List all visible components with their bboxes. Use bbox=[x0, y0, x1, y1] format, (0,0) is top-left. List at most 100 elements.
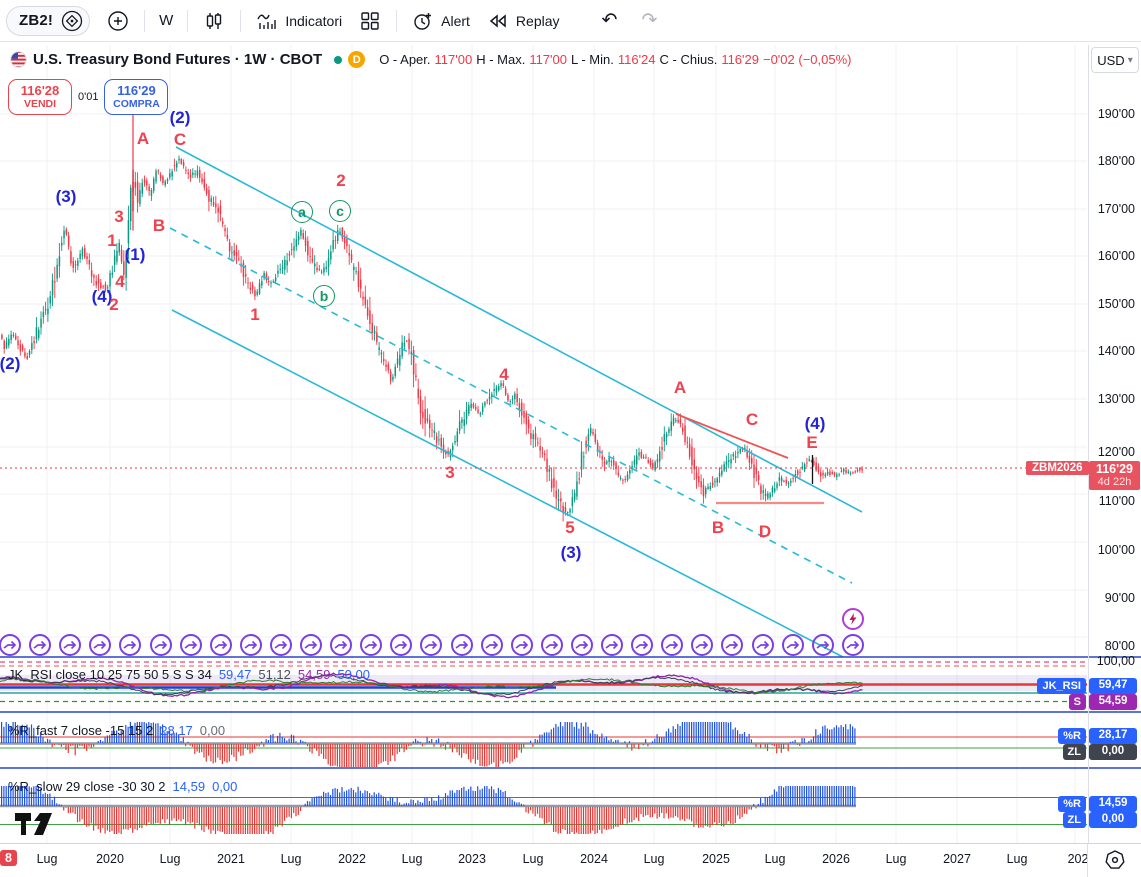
timezone-settings-icon[interactable] bbox=[1102, 847, 1128, 877]
lightning-marker-icon[interactable] bbox=[842, 608, 864, 630]
indicators-button[interactable]: Indicatori bbox=[247, 5, 350, 37]
wave-label-p3p[interactable]: (3) bbox=[561, 543, 582, 563]
redo-button[interactable]: ↷ bbox=[633, 5, 665, 36]
event-marker-arrow-icon[interactable] bbox=[360, 634, 383, 656]
indicator-title-r-slow[interactable]: %R_slow 29 close -30 30 2 14,59 0,00 bbox=[8, 779, 237, 794]
event-marker-arrow-icon[interactable] bbox=[209, 634, 232, 656]
plus-circle-icon bbox=[106, 9, 130, 33]
event-marker-arrow-icon[interactable] bbox=[330, 634, 353, 656]
spread-value: 0'01 bbox=[78, 91, 99, 103]
wave-label-5[interactable]: 5 bbox=[565, 518, 574, 538]
last-price-flag[interactable]: 116'29 4d 22h bbox=[1089, 461, 1140, 490]
price-axis[interactable]: USD ▾ 190'00 180'00 170'00 160'00 150'00 140'… bbox=[1088, 45, 1141, 843]
indicator-templates-button[interactable] bbox=[350, 5, 390, 37]
wave-label-B[interactable]: B bbox=[712, 518, 724, 538]
wave-label-p3p[interactable]: (3) bbox=[56, 187, 77, 207]
wave-label-B[interactable]: B bbox=[153, 216, 165, 236]
delayed-data-badge[interactable]: D bbox=[348, 51, 366, 68]
contract-label[interactable]: ZBM2026 bbox=[1026, 461, 1089, 475]
instrument-title[interactable]: U.S. Treasury Bond Futures · 1W · CBOT bbox=[33, 51, 322, 68]
us-flag-icon bbox=[10, 51, 27, 68]
chart-legend[interactable]: U.S. Treasury Bond Futures · 1W · CBOT D… bbox=[10, 51, 851, 68]
badge-value: 0,00 bbox=[1089, 812, 1137, 828]
event-marker-arrow-icon[interactable] bbox=[721, 634, 744, 656]
wave-label-p4p[interactable]: (4) bbox=[805, 414, 826, 434]
price-tick: 110'00 bbox=[1098, 494, 1135, 508]
event-marker-arrow-icon[interactable] bbox=[751, 634, 774, 656]
toolbar-divider bbox=[240, 9, 242, 32]
indicator-badge-%R: %R bbox=[1058, 728, 1086, 744]
interval-button[interactable]: W bbox=[151, 8, 181, 33]
symbol-search-box[interactable]: ZB2! bbox=[6, 5, 91, 36]
ohlc-values: O - Aper. 117'00 H - Max. 117'00 L - Min. 116… bbox=[379, 52, 851, 67]
event-marker-arrow-icon[interactable] bbox=[450, 634, 473, 656]
price-tick: 170'00 bbox=[1097, 202, 1135, 216]
wave-label-1[interactable]: 1 bbox=[250, 305, 259, 325]
event-marker-arrow-icon[interactable] bbox=[239, 634, 262, 656]
chart-style-button[interactable] bbox=[194, 5, 234, 37]
event-marker-arrow-icon[interactable] bbox=[811, 634, 834, 656]
wave-label-4[interactable]: 4 bbox=[499, 365, 508, 385]
time-tick: 2023 bbox=[458, 852, 486, 866]
wave-label-p2p[interactable]: (2) bbox=[0, 354, 20, 374]
wave-label-D[interactable]: D bbox=[759, 522, 771, 542]
event-marker-arrow-icon[interactable] bbox=[480, 634, 503, 656]
event-marker-arrow-icon[interactable] bbox=[59, 634, 82, 656]
wave-label-p1p[interactable]: (1) bbox=[125, 245, 146, 265]
event-marker-arrow-icon[interactable] bbox=[269, 634, 292, 656]
event-marker-arrow-icon[interactable] bbox=[390, 634, 413, 656]
event-marker-arrow-icon[interactable] bbox=[89, 634, 112, 656]
event-marker-arrow-icon[interactable] bbox=[29, 634, 52, 656]
event-marker-arrow-icon[interactable] bbox=[841, 634, 864, 656]
indicator-title-jk-rsi[interactable]: JK_RSI close 10 25 75 50 5 S S 34 59,47 51… bbox=[8, 667, 370, 682]
undo-icon: ↶ bbox=[601, 10, 618, 31]
event-marker-arrow-icon[interactable] bbox=[631, 634, 654, 656]
event-marker-arrow-icon[interactable] bbox=[540, 634, 563, 656]
wave-label-a[interactable]: a bbox=[291, 201, 313, 223]
wave-label-2[interactable]: 2 bbox=[109, 295, 118, 315]
ohlc-field-value: 116'29 bbox=[721, 52, 759, 67]
price-tick: 180'00 bbox=[1097, 154, 1135, 168]
event-marker-arrow-icon[interactable] bbox=[510, 634, 533, 656]
event-marker-arrow-icon[interactable] bbox=[570, 634, 593, 656]
time-axis[interactable]: 8 Lug 2020 Lug 2021 Lug 2022 Lug 2023 Lug 2024 Lug 2… bbox=[0, 843, 1141, 877]
chart-canvas[interactable] bbox=[0, 0, 1141, 877]
wave-label-p2p[interactable]: (2) bbox=[170, 108, 191, 128]
wave-label-2[interactable]: 2 bbox=[336, 171, 345, 191]
event-marker-arrow-icon[interactable] bbox=[691, 634, 714, 656]
wave-label-A[interactable]: A bbox=[674, 378, 686, 398]
undo-button[interactable]: ↶ bbox=[594, 5, 626, 36]
market-status-dot bbox=[334, 55, 343, 64]
wave-label-1[interactable]: 1 bbox=[107, 231, 116, 251]
indicator-title-r-fast[interactable]: %R_fast 7 close -15 15 2 28,17 0,00 bbox=[8, 723, 225, 738]
wave-label-C[interactable]: C bbox=[746, 410, 758, 430]
compare-add-button[interactable] bbox=[98, 5, 138, 37]
wave-label-3[interactable]: 3 bbox=[445, 463, 454, 483]
event-marker-arrow-icon[interactable] bbox=[149, 634, 172, 656]
wave-label-E[interactable]: E bbox=[806, 433, 817, 453]
wave-label-3[interactable]: 3 bbox=[114, 207, 123, 227]
event-marker-arrow-icon[interactable] bbox=[0, 634, 21, 656]
time-tick: Lug bbox=[764, 852, 786, 866]
event-marker-arrow-icon[interactable] bbox=[300, 634, 322, 656]
alert-button[interactable]: Alert bbox=[403, 5, 478, 37]
wave-label-b[interactable]: b bbox=[313, 285, 335, 307]
event-marker-arrow-icon[interactable] bbox=[661, 634, 684, 656]
currency-dropdown[interactable]: USD ▾ bbox=[1091, 47, 1139, 73]
buy-button[interactable]: 116'29 COMPRA bbox=[104, 79, 169, 115]
wave-label-C[interactable]: C bbox=[174, 130, 186, 150]
wave-label-A[interactable]: A bbox=[137, 129, 149, 149]
time-tick: Lug bbox=[159, 852, 181, 866]
event-marker-arrow-icon[interactable] bbox=[420, 634, 443, 656]
wave-label-c[interactable]: c bbox=[329, 200, 351, 222]
event-marker-arrow-icon[interactable] bbox=[781, 634, 804, 656]
event-marker-arrow-icon[interactable] bbox=[119, 634, 142, 656]
change-value: −0'02 (−0,05%) bbox=[762, 52, 852, 67]
event-marker-arrow-icon[interactable] bbox=[179, 634, 202, 656]
event-marker-arrow-icon[interactable] bbox=[601, 634, 623, 656]
replay-button[interactable]: Replay bbox=[478, 5, 568, 37]
candlestick-style-icon bbox=[202, 9, 226, 33]
sell-button[interactable]: 116'28 VENDI bbox=[8, 79, 72, 115]
symbol-flag-icon[interactable] bbox=[61, 10, 83, 32]
wave-label-4[interactable]: 4 bbox=[115, 272, 124, 292]
